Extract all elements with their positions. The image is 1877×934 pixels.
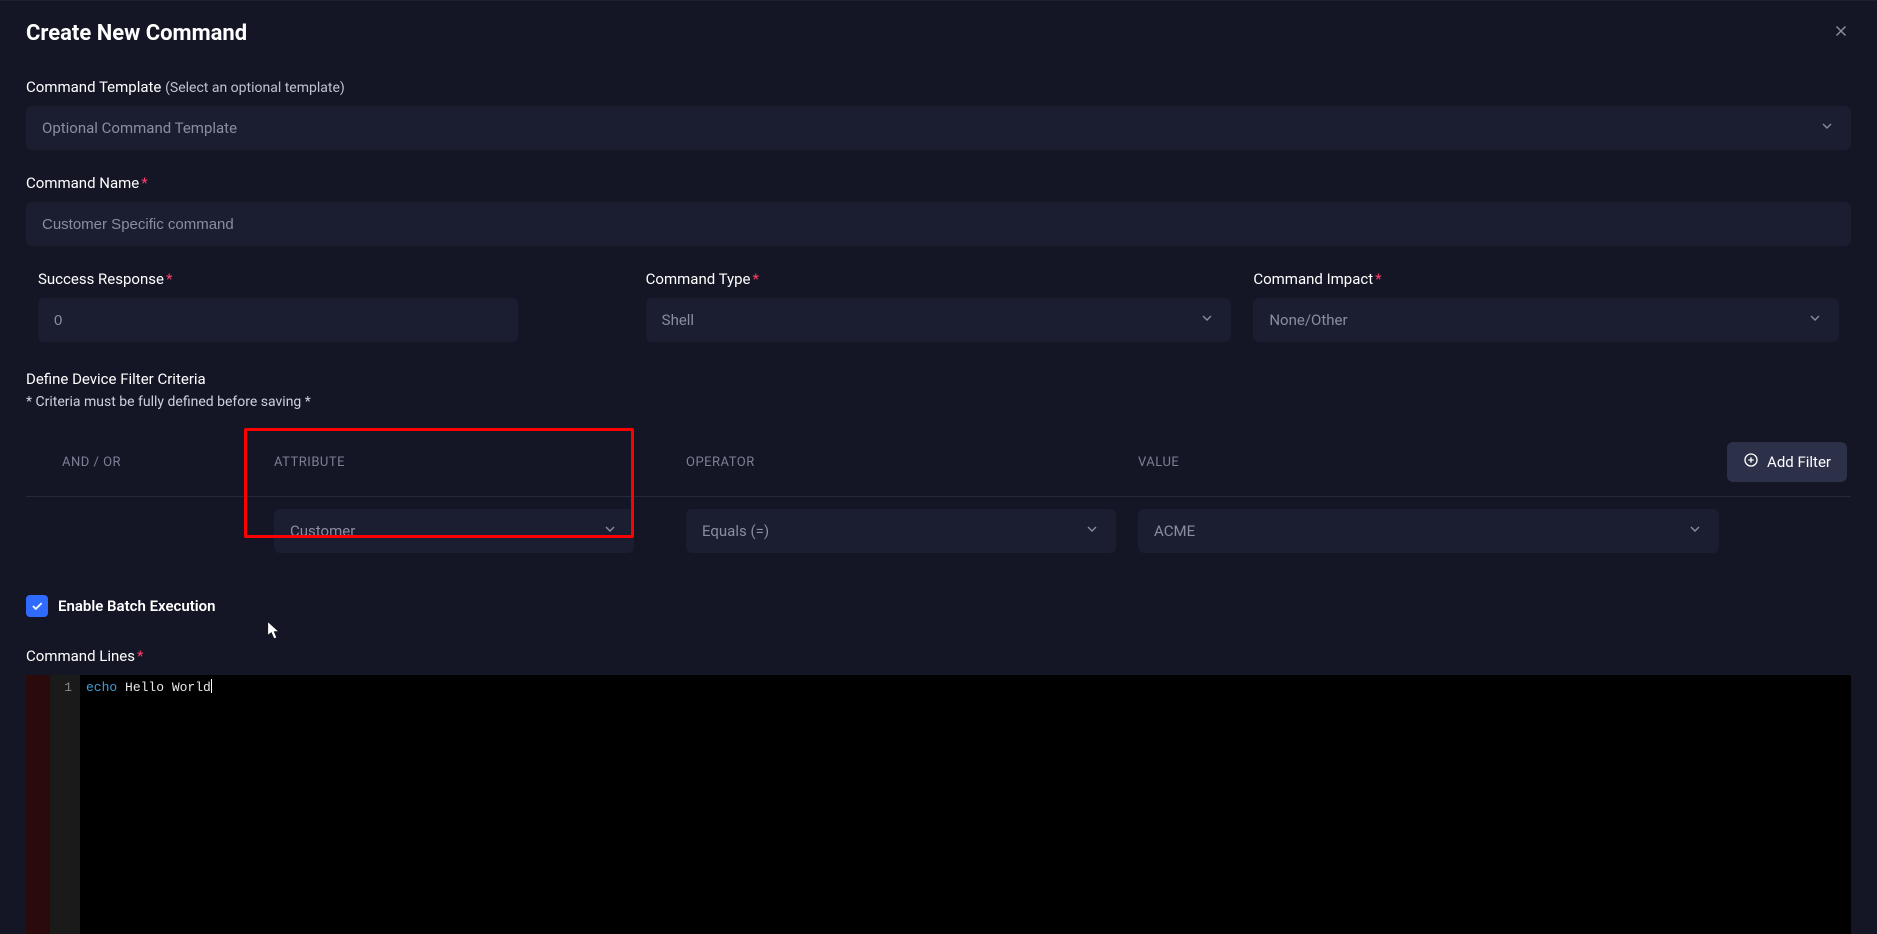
code-content: echo Hello World: [80, 675, 218, 934]
batch-execution-label: Enable Batch Execution: [58, 597, 216, 615]
filter-table: AND / OR ATTRIBUTE OPERATOR VALUE Add Fi…: [26, 428, 1851, 565]
text-caret: [211, 679, 212, 693]
command-lines-label: Command Lines*: [26, 647, 1851, 665]
code-gutter: 1: [26, 675, 80, 934]
chevron-down-icon: [1807, 310, 1823, 330]
command-template-label: Command Template (Select an optional tem…: [26, 78, 1851, 96]
close-button[interactable]: [1831, 23, 1851, 43]
filter-criteria-title: Define Device Filter Criteria: [26, 370, 1851, 388]
filter-value-text: ACME: [1154, 522, 1195, 540]
command-template-placeholder: Optional Command Template: [42, 119, 237, 137]
command-name-input[interactable]: [42, 216, 1835, 233]
filter-criteria-note: * Criteria must be fully defined before …: [26, 394, 1851, 410]
command-type-col: Command Type* Shell: [646, 270, 1232, 342]
filter-value-cell: ACME: [1138, 509, 1719, 553]
mouse-cursor-icon: [267, 621, 281, 641]
filter-table-header: AND / OR ATTRIBUTE OPERATOR VALUE Add Fi…: [26, 428, 1851, 497]
chevron-down-icon: [1687, 521, 1703, 541]
create-command-modal: Create New Command Command Template (Sel…: [0, 0, 1877, 934]
code-keyword: echo: [86, 680, 117, 695]
command-type-label: Command Type*: [646, 270, 1232, 288]
command-name-section: Command Name*: [26, 174, 1851, 246]
success-response-input[interactable]: [54, 312, 502, 329]
command-meta-row: Success Response* Command Type* Shell Co…: [26, 270, 1851, 342]
command-template-label-text: Command Template: [26, 78, 161, 96]
close-icon: [1832, 22, 1850, 44]
batch-execution-row: Enable Batch Execution: [26, 595, 1851, 617]
command-impact-value: None/Other: [1269, 311, 1347, 329]
success-response-col: Success Response*: [38, 270, 624, 342]
filter-criteria-section: Define Device Filter Criteria * Criteria…: [26, 370, 1851, 565]
chevron-down-icon: [602, 521, 618, 541]
add-filter-label: Add Filter: [1767, 453, 1831, 471]
command-name-input-wrap: [26, 202, 1851, 246]
plus-circle-icon: [1743, 452, 1759, 472]
required-marker: *: [1375, 270, 1381, 288]
chevron-down-icon: [1084, 521, 1100, 541]
filter-operator-cell: Equals (=): [686, 509, 1126, 553]
filter-header-andor: AND / OR: [62, 455, 262, 470]
command-name-label-text: Command Name: [26, 174, 139, 192]
required-marker: *: [141, 174, 147, 192]
command-impact-label-text: Command Impact: [1253, 270, 1373, 288]
filter-operator-value: Equals (=): [702, 522, 769, 540]
command-impact-select[interactable]: None/Other: [1253, 298, 1839, 342]
filter-value-select[interactable]: ACME: [1138, 509, 1719, 553]
command-lines-label-text: Command Lines: [26, 647, 135, 665]
command-type-value: Shell: [662, 311, 694, 329]
command-lines-editor[interactable]: 1 echo Hello World: [26, 675, 1851, 934]
filter-row: Customer Equals (=): [26, 497, 1851, 565]
add-filter-button[interactable]: Add Filter: [1727, 442, 1847, 482]
command-type-select[interactable]: Shell: [646, 298, 1232, 342]
chevron-down-icon: [1199, 310, 1215, 330]
filter-attribute-cell: Customer: [274, 509, 674, 553]
command-lines-section: Command Lines* 1 echo Hello World: [26, 647, 1851, 934]
required-marker: *: [137, 647, 143, 665]
command-name-label: Command Name*: [26, 174, 1851, 192]
success-response-label: Success Response*: [38, 270, 624, 288]
filter-attribute-select[interactable]: Customer: [274, 509, 634, 553]
command-type-label-text: Command Type: [646, 270, 751, 288]
modal-title: Create New Command: [26, 21, 1851, 46]
success-response-input-wrap: [38, 298, 518, 342]
command-template-section: Command Template (Select an optional tem…: [26, 78, 1851, 150]
filter-header-operator: OPERATOR: [686, 455, 1126, 470]
filter-header-attribute: ATTRIBUTE: [274, 455, 674, 470]
line-number: 1: [26, 679, 72, 697]
command-impact-col: Command Impact* None/Other: [1253, 270, 1839, 342]
success-response-label-text: Success Response: [38, 270, 164, 288]
command-template-select[interactable]: Optional Command Template: [26, 106, 1851, 150]
required-marker: *: [166, 270, 172, 288]
command-template-hint: (Select an optional template): [165, 80, 345, 96]
filter-attribute-value: Customer: [290, 522, 355, 540]
code-text: Hello World: [117, 680, 211, 695]
filter-header-value: VALUE: [1138, 455, 1715, 470]
batch-execution-checkbox[interactable]: [26, 595, 48, 617]
chevron-down-icon: [1819, 118, 1835, 138]
required-marker: *: [753, 270, 759, 288]
filter-operator-select[interactable]: Equals (=): [686, 509, 1116, 553]
command-impact-label: Command Impact*: [1253, 270, 1839, 288]
